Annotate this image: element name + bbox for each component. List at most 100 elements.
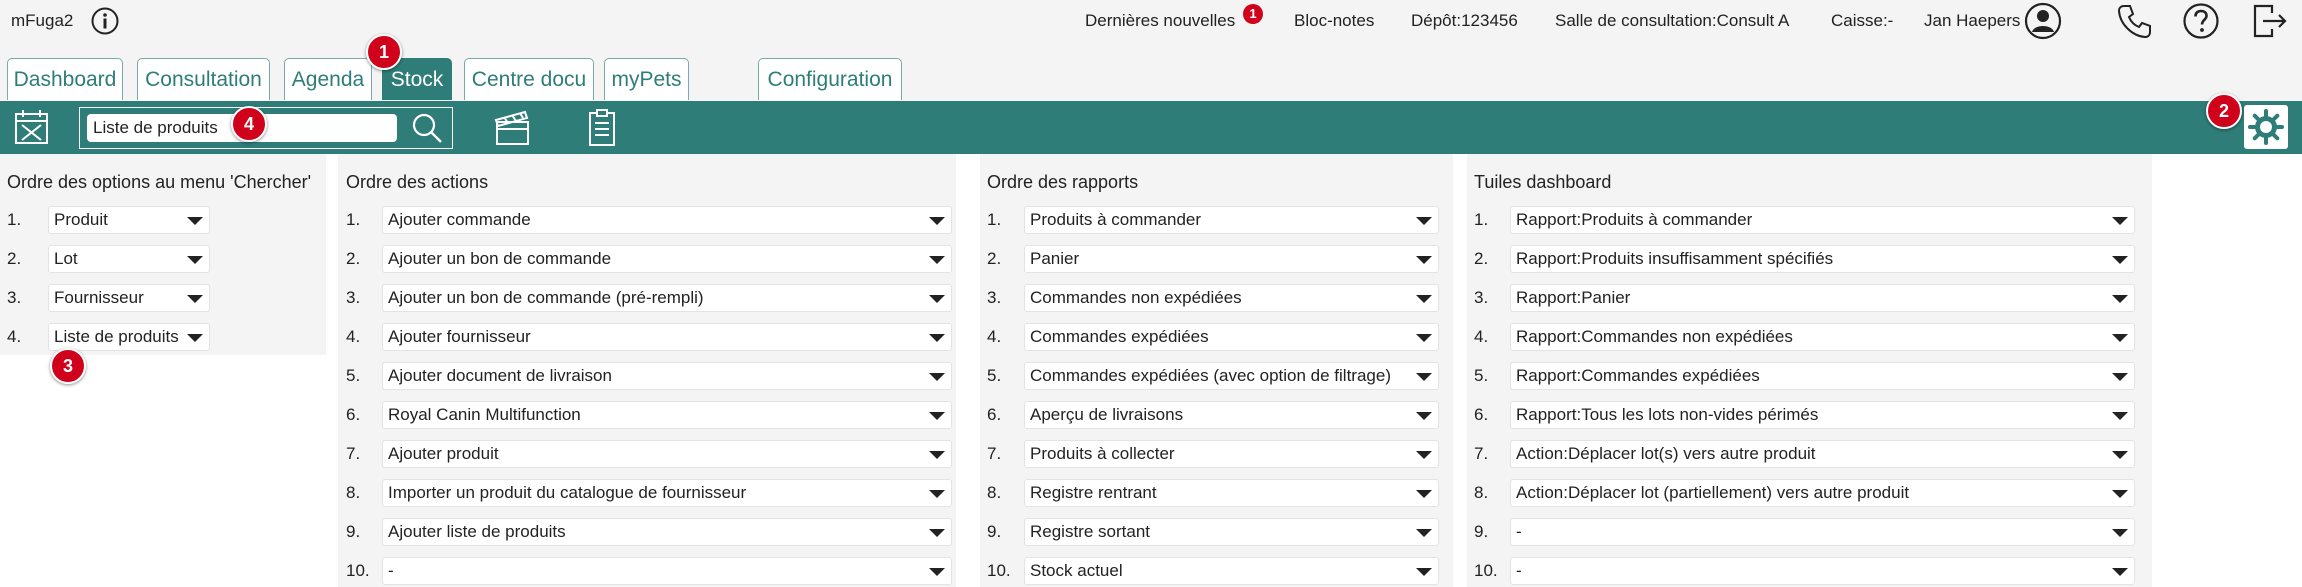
- actions-select[interactable]: -: [382, 557, 952, 585]
- dropdown-arrow-icon: [1416, 295, 1432, 303]
- row-number: 8.: [1474, 483, 1489, 502]
- tab-agenda[interactable]: Agenda: [284, 58, 372, 100]
- actions-select[interactable]: Ajouter produit: [382, 440, 952, 468]
- settings-button[interactable]: [2244, 105, 2288, 149]
- tab-configuration[interactable]: Configuration: [758, 58, 902, 100]
- row-number: 10.: [346, 561, 370, 580]
- row-number: 4.: [346, 327, 361, 346]
- reports-select[interactable]: Commandes non expédiées: [1024, 284, 1439, 312]
- dropdown-arrow-icon: [1416, 451, 1432, 459]
- actions-select[interactable]: Ajouter commande: [382, 206, 952, 234]
- logout-icon[interactable]: [2250, 2, 2288, 40]
- tiles-select[interactable]: Rapport:Panier: [1510, 284, 2135, 312]
- select-value: Panier: [1030, 249, 1080, 268]
- app-name: mFuga2: [11, 11, 74, 30]
- actions-select[interactable]: Ajouter liste de produits: [382, 518, 952, 546]
- tab-mypets[interactable]: myPets: [604, 58, 689, 100]
- select-value: Fournisseur: [54, 288, 144, 307]
- search-menu-title: Ordre des options au menu 'Chercher': [7, 172, 312, 192]
- dropdown-arrow-icon: [1416, 334, 1432, 342]
- clipboard-icon[interactable]: [581, 107, 623, 149]
- row-number: 9.: [987, 522, 1002, 541]
- tab-dashboard[interactable]: Dashboard: [7, 58, 123, 100]
- reports-select[interactable]: Commandes expédiées: [1024, 323, 1439, 351]
- user-icon[interactable]: [2024, 2, 2062, 40]
- select-value: Registre sortant: [1030, 522, 1150, 541]
- reports-select[interactable]: Registre rentrant: [1024, 479, 1439, 507]
- depot-label[interactable]: Dépôt:123456: [1411, 11, 1518, 31]
- consultation-room-label[interactable]: Salle de consultation:Consult A: [1555, 11, 1789, 31]
- till-label[interactable]: Caisse:-: [1831, 11, 1893, 31]
- reports-select[interactable]: Stock actuel: [1024, 557, 1439, 585]
- select-value: Rapport:Tous les lots non-vides périmés: [1516, 405, 1819, 424]
- user-name[interactable]: Jan Haepers: [1924, 11, 2020, 31]
- search-menu-select[interactable]: Produit: [48, 206, 210, 234]
- search-menu-select[interactable]: Fournisseur: [48, 284, 210, 312]
- dropdown-arrow-icon: [2112, 568, 2128, 576]
- search-menu-select[interactable]: Lot: [48, 245, 210, 273]
- reports-select[interactable]: Produits à collecter: [1024, 440, 1439, 468]
- news-link[interactable]: Dernières nouvelles: [1085, 11, 1235, 31]
- select-value: Liste de produits: [54, 327, 179, 346]
- row-number: 3.: [987, 288, 1002, 307]
- reports-select[interactable]: Commandes expédiées (avec option de filt…: [1024, 362, 1439, 390]
- actions-select[interactable]: Importer un produit du catalogue de four…: [382, 479, 952, 507]
- gear-icon: [2248, 109, 2284, 145]
- tab-centre-docu[interactable]: Centre docu: [464, 58, 594, 100]
- reports-select[interactable]: Registre sortant: [1024, 518, 1439, 546]
- row-number: 7.: [987, 444, 1002, 463]
- dropdown-arrow-icon: [929, 451, 945, 459]
- phone-icon[interactable]: [2115, 2, 2153, 40]
- row-number: 5.: [987, 366, 1002, 385]
- calendar-icon[interactable]: [11, 107, 53, 149]
- row-number: 6.: [346, 405, 361, 424]
- actions-select[interactable]: Royal Canin Multifunction: [382, 401, 952, 429]
- actions-select[interactable]: Ajouter document de livraison: [382, 362, 952, 390]
- actions-select[interactable]: Ajouter fournisseur: [382, 323, 952, 351]
- select-value: Ajouter fournisseur: [388, 327, 531, 346]
- tiles-select[interactable]: Action:Déplacer lot(s) vers autre produi…: [1510, 440, 2135, 468]
- reports-select[interactable]: Produits à commander: [1024, 206, 1439, 234]
- select-value: Ajouter liste de produits: [388, 522, 566, 541]
- clapperboard-icon[interactable]: [491, 107, 533, 149]
- actions-select[interactable]: Ajouter un bon de commande: [382, 245, 952, 273]
- tiles-select[interactable]: Rapport:Commandes non expédiées: [1510, 323, 2135, 351]
- tab-consultation[interactable]: Consultation: [137, 58, 270, 100]
- help-icon[interactable]: [2182, 2, 2220, 40]
- tiles-title: Tuiles dashboard: [1474, 172, 1612, 192]
- search-menu-select[interactable]: Liste de produits: [48, 323, 210, 351]
- select-value: Rapport:Commandes non expédiées: [1516, 327, 1793, 346]
- notes-link[interactable]: Bloc-notes: [1294, 11, 1374, 31]
- dropdown-arrow-icon: [2112, 217, 2128, 225]
- dropdown-arrow-icon: [929, 490, 945, 498]
- row-number: 1.: [7, 210, 22, 229]
- tiles-select[interactable]: Rapport:Tous les lots non-vides périmés: [1510, 401, 2135, 429]
- actions-select[interactable]: Ajouter un bon de commande (pré-rempli): [382, 284, 952, 312]
- info-icon[interactable]: [90, 6, 120, 36]
- search-icon[interactable]: [408, 109, 446, 147]
- dropdown-arrow-icon: [187, 295, 203, 303]
- tiles-select[interactable]: -: [1510, 518, 2135, 546]
- dropdown-arrow-icon: [2112, 256, 2128, 264]
- dropdown-arrow-icon: [2112, 295, 2128, 303]
- tiles-select[interactable]: Rapport:Produits insuffisamment spécifié…: [1510, 245, 2135, 273]
- dropdown-arrow-icon: [2112, 373, 2128, 381]
- row-number: 6.: [1474, 405, 1489, 424]
- select-value: Rapport:Panier: [1516, 288, 1631, 307]
- dropdown-arrow-icon: [1416, 373, 1432, 381]
- reports-title: Ordre des rapports: [987, 172, 1139, 192]
- tiles-select[interactable]: Rapport:Produits à commander: [1510, 206, 2135, 234]
- tiles-select[interactable]: Rapport:Commandes expédiées: [1510, 362, 2135, 390]
- row-number: 4.: [7, 327, 22, 346]
- select-value: Ajouter un bon de commande (pré-rempli): [388, 288, 704, 307]
- news-badge: 1: [1243, 4, 1263, 24]
- dropdown-arrow-icon: [2112, 334, 2128, 342]
- reports-select[interactable]: Panier: [1024, 245, 1439, 273]
- tiles-select[interactable]: Action:Déplacer lot (partiellement) vers…: [1510, 479, 2135, 507]
- row-number: 8.: [346, 483, 361, 502]
- select-value: Produits à collecter: [1030, 444, 1175, 463]
- select-value: Ajouter commande: [388, 210, 531, 229]
- tiles-select[interactable]: -: [1510, 557, 2135, 585]
- reports-select[interactable]: Aperçu de livraisons: [1024, 401, 1439, 429]
- row-number: 7.: [346, 444, 361, 463]
